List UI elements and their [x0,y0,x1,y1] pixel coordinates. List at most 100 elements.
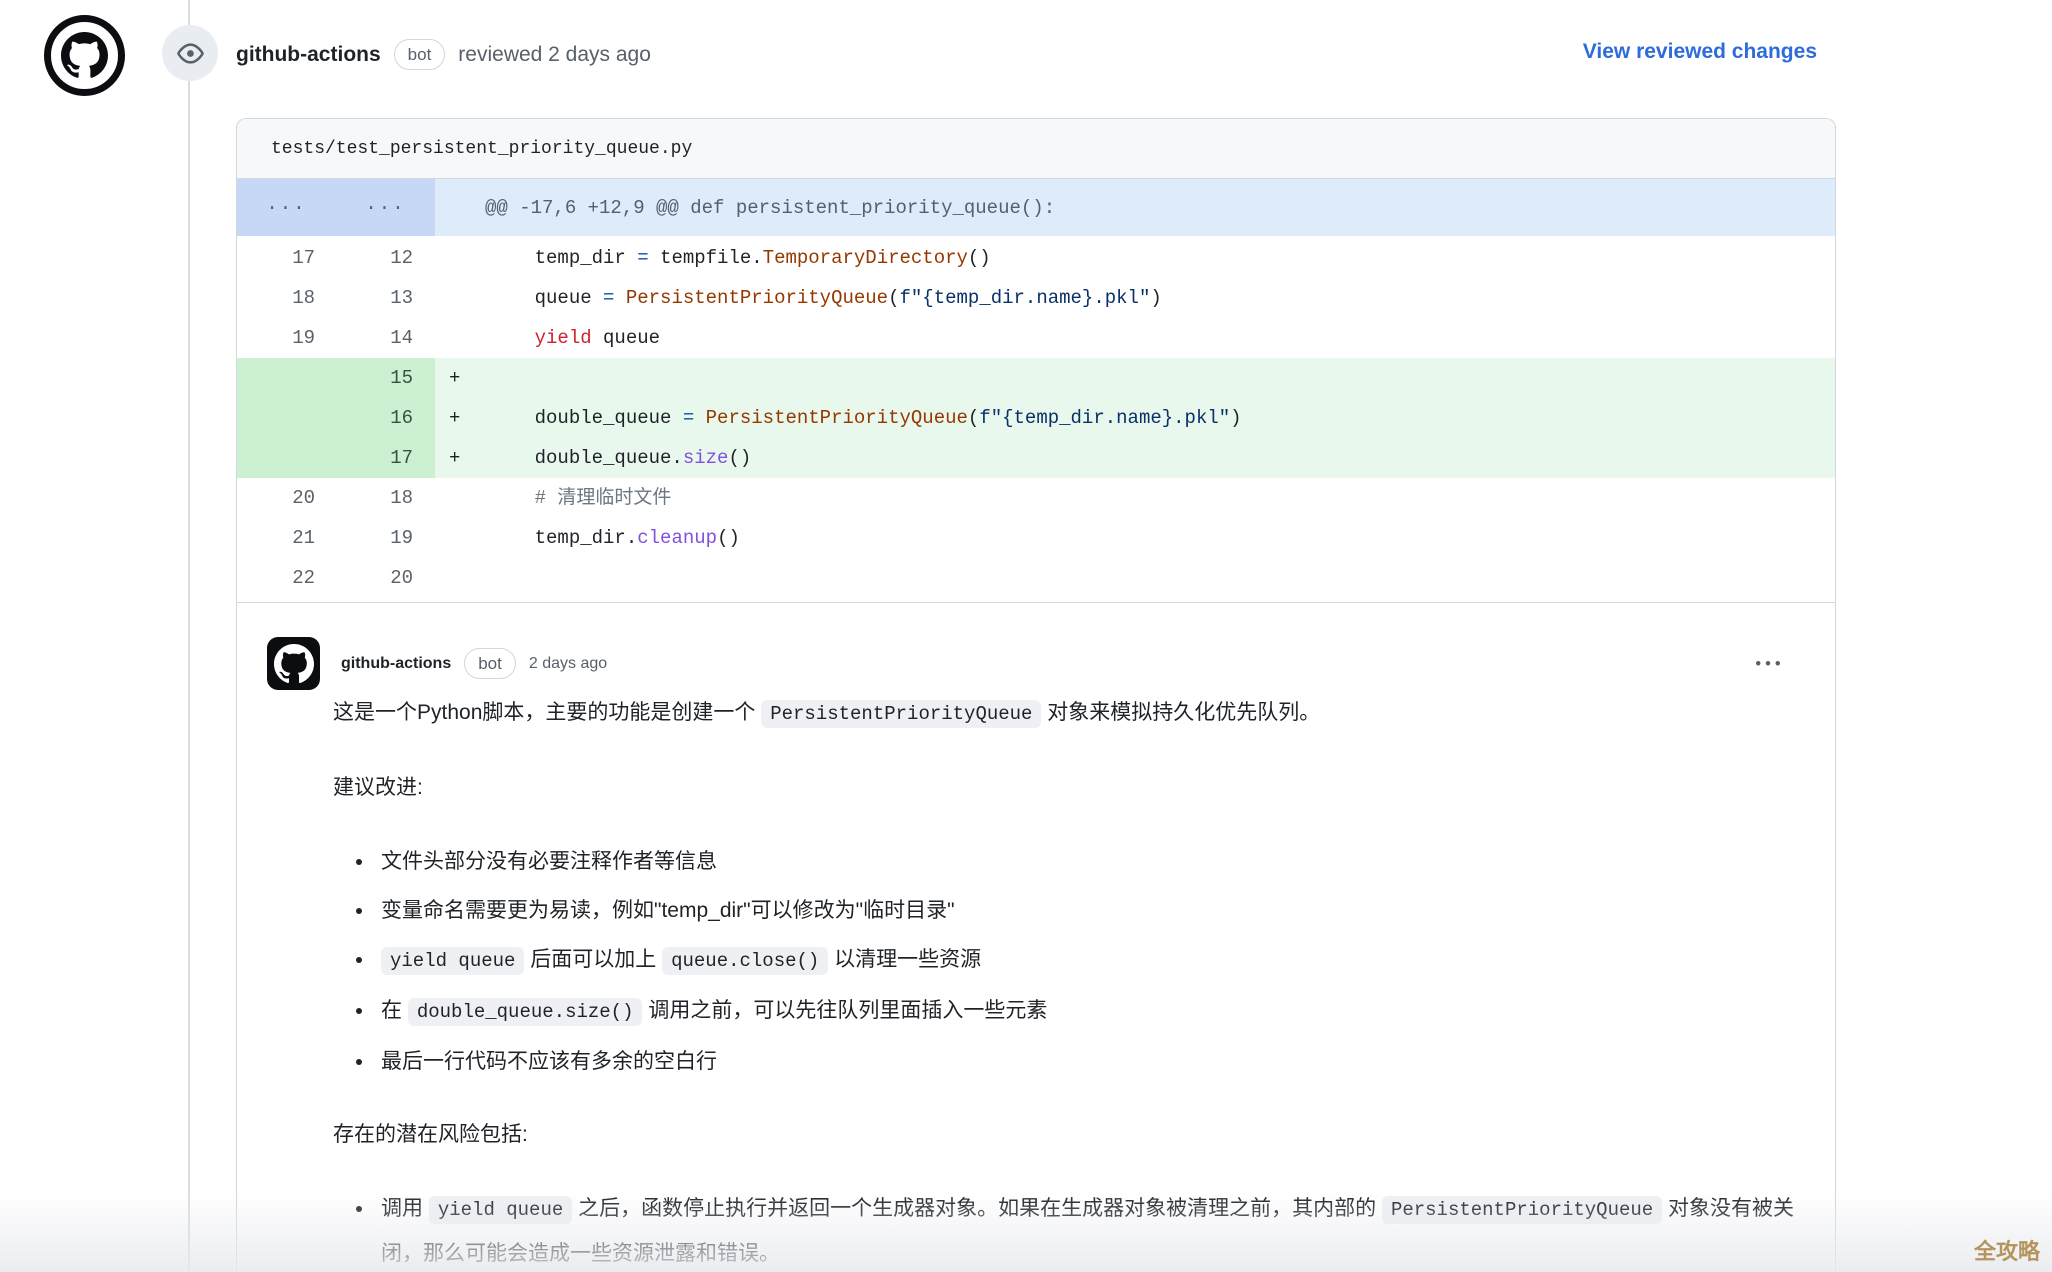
review-header: github-actions bot reviewed 2 days ago [236,38,651,71]
old-line-number[interactable] [237,358,336,398]
code-token: temp_dir. [489,527,637,549]
code-token: ) [1230,407,1241,429]
hunk-old-marker: ... [237,179,336,236]
diff-marker: + [449,438,489,478]
diff-hunk-row: ... ... @@ -17,6 +12,9 @@ def persistent… [237,179,1835,236]
code-token: queue [592,327,660,349]
diff-marker [449,558,489,598]
diff-marker [449,318,489,358]
old-line-number[interactable]: 17 [237,238,336,278]
diff-marker [449,518,489,558]
diff-marker: + [449,398,489,438]
comment-author[interactable]: github-actions [341,655,451,673]
diff-line: 1914 yield queue [237,318,1835,358]
comment-text: 变量命名需要更为易读，例如"temp_dir"可以修改为"临时目录" [381,899,955,922]
avatar[interactable] [44,15,125,96]
diff-line: 2220 [237,558,1835,598]
code-token: double_queue. [489,447,683,469]
code-token: cleanup [637,527,717,549]
code-token: ( [968,407,979,429]
code-token: () [968,247,991,269]
code-token: # 清理临时文件 [535,487,672,509]
code-line-content: + [435,358,1835,398]
new-line-number[interactable]: 12 [336,238,435,278]
code-line-content: + double_queue.size() [435,438,1835,478]
github-mark-icon [61,32,108,79]
code-token: f"{temp_dir.name}.pkl" [900,287,1151,309]
comment-menu-button[interactable] [1747,648,1789,680]
github-mark-icon [274,644,314,684]
inline-code: yield queue [381,947,524,975]
old-line-number[interactable]: 20 [237,478,336,518]
code-token: yield [535,327,592,349]
avatar[interactable] [267,637,320,690]
new-line-number[interactable]: 19 [336,518,435,558]
comment-text: 后面可以加上 [524,948,662,971]
code-token: = [603,287,614,309]
new-line-number[interactable]: 18 [336,478,435,518]
old-line-number[interactable] [237,438,336,478]
comment-timestamp[interactable]: 2 days ago [529,655,607,673]
old-line-number[interactable]: 18 [237,278,336,318]
new-line-number[interactable]: 20 [336,558,435,598]
old-line-number[interactable]: 22 [237,558,336,598]
kebab-horizontal-icon [1756,652,1780,676]
code-line-content: temp_dir = tempfile.TemporaryDirectory() [435,238,1835,278]
bot-badge: bot [464,648,516,679]
code-token: size [683,447,729,469]
inline-code: PersistentPriorityQueue [761,700,1041,728]
code-line-content: queue = PersistentPriorityQueue(f"{temp_… [435,278,1835,318]
inline-code: yield queue [429,1196,572,1224]
code-token: f"{temp_dir.name}.pkl" [979,407,1230,429]
code-token: () [717,527,740,549]
code-token: PersistentPriorityQueue [706,407,968,429]
comment-text: 存在的潜在风险包括: [333,1123,528,1146]
code-token: ) [1150,287,1161,309]
code-line-content: # 清理临时文件 [435,478,1835,518]
diff-file-header: tests/test_persistent_priority_queue.py [237,119,1835,179]
code-token: = [637,247,648,269]
comment-text: 建议改进: [333,776,423,799]
comment-paragraph: 建议改进: [333,766,1795,809]
new-line-number[interactable]: 14 [336,318,435,358]
diff-line: 2018 # 清理临时文件 [237,478,1835,518]
list-item: 在 double_queue.size() 调用之前，可以先往队列里面插入一些元… [375,989,1795,1034]
hunk-new-marker: ... [336,179,435,236]
diff-expand-gutter[interactable]: ... ... [237,179,435,236]
code-token: ( [888,287,899,309]
list-item: 调用 yield queue 之后，函数停止执行并返回一个生成器对象。如果在生成… [375,1187,1795,1272]
diff-line: 16+ double_queue = PersistentPriorityQue… [237,398,1835,438]
comment-text: 文件头部分没有必要注释作者等信息 [381,850,717,873]
code-token [614,287,625,309]
new-line-number[interactable]: 17 [336,438,435,478]
comment-header: github-actions bot 2 days ago [267,637,1789,690]
old-line-number[interactable]: 21 [237,518,336,558]
comment-body: 这是一个Python脚本，主要的功能是创建一个 PersistentPriori… [333,691,1795,1272]
list-item: 变量命名需要更为易读，例如"temp_dir"可以修改为"临时目录" [375,889,1795,932]
code-token [489,327,535,349]
inline-code: double_queue.size() [408,998,643,1026]
comment-text: 对象来模拟持久化优先队列。 [1041,701,1320,724]
comment-list: 调用 yield queue 之后，函数停止执行并返回一个生成器对象。如果在生成… [333,1187,1795,1272]
review-action-text: reviewed 2 days ago [458,43,651,67]
code-token: = [683,407,694,429]
new-line-number[interactable]: 13 [336,278,435,318]
code-token: temp_dir [489,247,637,269]
timeline-rail [188,0,190,1272]
old-line-number[interactable]: 19 [237,318,336,358]
code-line-content: + double_queue = PersistentPriorityQueue… [435,398,1835,438]
view-reviewed-changes-link[interactable]: View reviewed changes [1583,40,1817,64]
diff-line: 2119 temp_dir.cleanup() [237,518,1835,558]
comment-list: 文件头部分没有必要注释作者等信息变量命名需要更为易读，例如"temp_dir"可… [333,840,1795,1083]
diff-file-name[interactable]: tests/test_persistent_priority_queue.py [271,139,692,159]
new-line-number[interactable]: 15 [336,358,435,398]
review-author[interactable]: github-actions [236,43,381,67]
code-line-content: yield queue [435,318,1835,358]
diff-line: 1813 queue = PersistentPriorityQueue(f"{… [237,278,1835,318]
diff-marker: + [449,358,489,398]
comment-paragraph: 这是一个Python脚本，主要的功能是创建一个 PersistentPriori… [333,691,1795,736]
new-line-number[interactable]: 16 [336,398,435,438]
review-card: tests/test_persistent_priority_queue.py … [236,118,1836,1272]
old-line-number[interactable] [237,398,336,438]
watermark: 全攻略 [1974,1234,2040,1266]
